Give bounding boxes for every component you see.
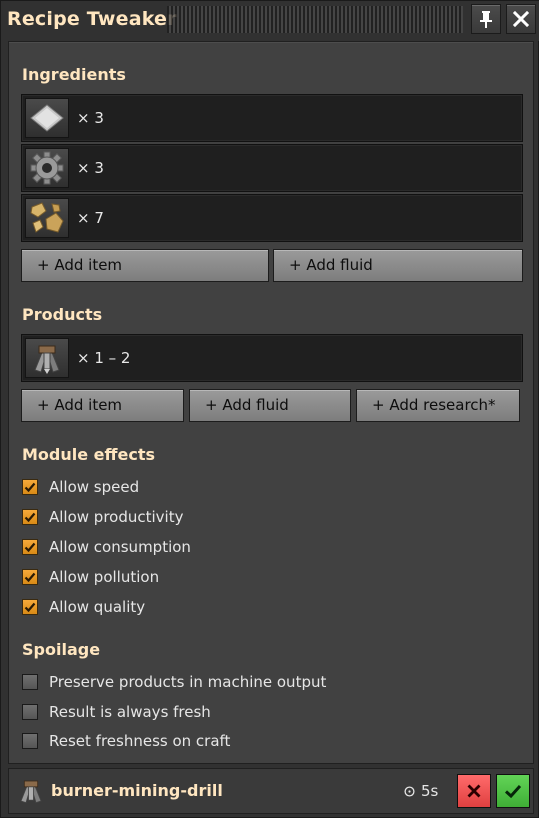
ingredient-row[interactable]: × 3 bbox=[21, 144, 523, 192]
checkmark-icon bbox=[24, 602, 36, 613]
checkbox[interactable] bbox=[22, 674, 38, 690]
pin-button[interactable] bbox=[471, 4, 501, 34]
recipe-footer: burner-mining-drill 5s bbox=[8, 768, 534, 814]
checkbox[interactable] bbox=[22, 704, 38, 720]
ingredient-amount: × 7 bbox=[77, 209, 104, 227]
checkbox-label: Allow quality bbox=[49, 598, 146, 616]
recipe-name: burner-mining-drill bbox=[51, 781, 223, 800]
pin-icon bbox=[480, 11, 492, 28]
checkbox-label: Reset freshness on craft bbox=[49, 732, 231, 750]
checkbox[interactable] bbox=[22, 539, 38, 555]
allow-productivity-option[interactable]: Allow productivity bbox=[22, 506, 183, 528]
close-button[interactable] bbox=[506, 4, 536, 34]
content-panel: Ingredients × 3 × 3 × 7 + Add item + Add… bbox=[8, 41, 534, 764]
ingredient-amount: × 3 bbox=[77, 109, 104, 127]
stone-icon[interactable] bbox=[25, 198, 69, 238]
confirm-button[interactable] bbox=[496, 774, 530, 808]
product-amount: × 1 – 2 bbox=[77, 349, 131, 367]
add-research-button[interactable]: + Add research* bbox=[356, 389, 520, 422]
checkbox[interactable] bbox=[22, 479, 38, 495]
checkbox-label: Result is always fresh bbox=[49, 703, 211, 721]
drag-handle[interactable] bbox=[167, 6, 463, 33]
add-product-fluid-button[interactable]: + Add fluid bbox=[189, 389, 351, 422]
checkbox[interactable] bbox=[22, 599, 38, 615]
allow-pollution-option[interactable]: Allow pollution bbox=[22, 566, 159, 588]
checkbox-label: Allow productivity bbox=[49, 508, 184, 526]
crafting-time-value: 5s bbox=[421, 782, 439, 800]
crafting-time: 5s bbox=[404, 782, 438, 800]
iron-gear-wheel-icon[interactable] bbox=[25, 148, 69, 188]
checkmark-icon bbox=[24, 572, 36, 583]
checkbox-label: Allow consumption bbox=[49, 538, 191, 556]
reset-freshness-option[interactable]: Reset freshness on craft bbox=[22, 730, 230, 752]
checkbox[interactable] bbox=[22, 733, 38, 749]
recipe-tweaker-window: Recipe Tweaker Ingredients × 3 × 3 × 7 +… bbox=[0, 0, 539, 818]
checkbox[interactable] bbox=[22, 509, 38, 525]
checkmark-icon bbox=[504, 784, 522, 799]
product-row[interactable]: × 1 – 2 bbox=[21, 334, 523, 382]
ingredient-row[interactable]: × 3 bbox=[21, 94, 523, 142]
burner-mining-drill-icon[interactable] bbox=[25, 338, 69, 378]
checkbox-label: Allow speed bbox=[49, 478, 140, 496]
allow-consumption-option[interactable]: Allow consumption bbox=[22, 536, 191, 558]
ingredient-amount: × 3 bbox=[77, 159, 104, 177]
checkbox[interactable] bbox=[22, 569, 38, 585]
window-title: Recipe Tweaker bbox=[7, 8, 177, 30]
products-heading: Products bbox=[22, 305, 103, 324]
checkmark-icon bbox=[24, 512, 36, 523]
always-fresh-option[interactable]: Result is always fresh bbox=[22, 701, 211, 723]
close-icon bbox=[467, 784, 481, 798]
title-bar[interactable]: Recipe Tweaker bbox=[1, 1, 539, 41]
add-ingredient-fluid-button[interactable]: + Add fluid bbox=[273, 249, 523, 282]
checkbox-label: Allow pollution bbox=[49, 568, 160, 586]
module-effects-heading: Module effects bbox=[22, 445, 155, 464]
iron-plate-icon[interactable] bbox=[25, 98, 69, 138]
spoilage-heading: Spoilage bbox=[22, 640, 101, 659]
cancel-button[interactable] bbox=[457, 774, 491, 808]
ingredients-heading: Ingredients bbox=[22, 65, 126, 84]
allow-speed-option[interactable]: Allow speed bbox=[22, 476, 139, 498]
preserve-products-option[interactable]: Preserve products in machine output bbox=[22, 671, 326, 693]
checkmark-icon bbox=[24, 482, 36, 493]
close-icon bbox=[513, 11, 529, 27]
checkbox-label: Preserve products in machine output bbox=[49, 673, 327, 691]
checkmark-icon bbox=[24, 542, 36, 553]
burner-mining-drill-icon bbox=[15, 775, 47, 807]
clock-icon bbox=[404, 785, 415, 797]
ingredient-row[interactable]: × 7 bbox=[21, 194, 523, 242]
add-ingredient-item-button[interactable]: + Add item bbox=[21, 249, 269, 282]
allow-quality-option[interactable]: Allow quality bbox=[22, 596, 145, 618]
add-product-item-button[interactable]: + Add item bbox=[21, 389, 184, 422]
